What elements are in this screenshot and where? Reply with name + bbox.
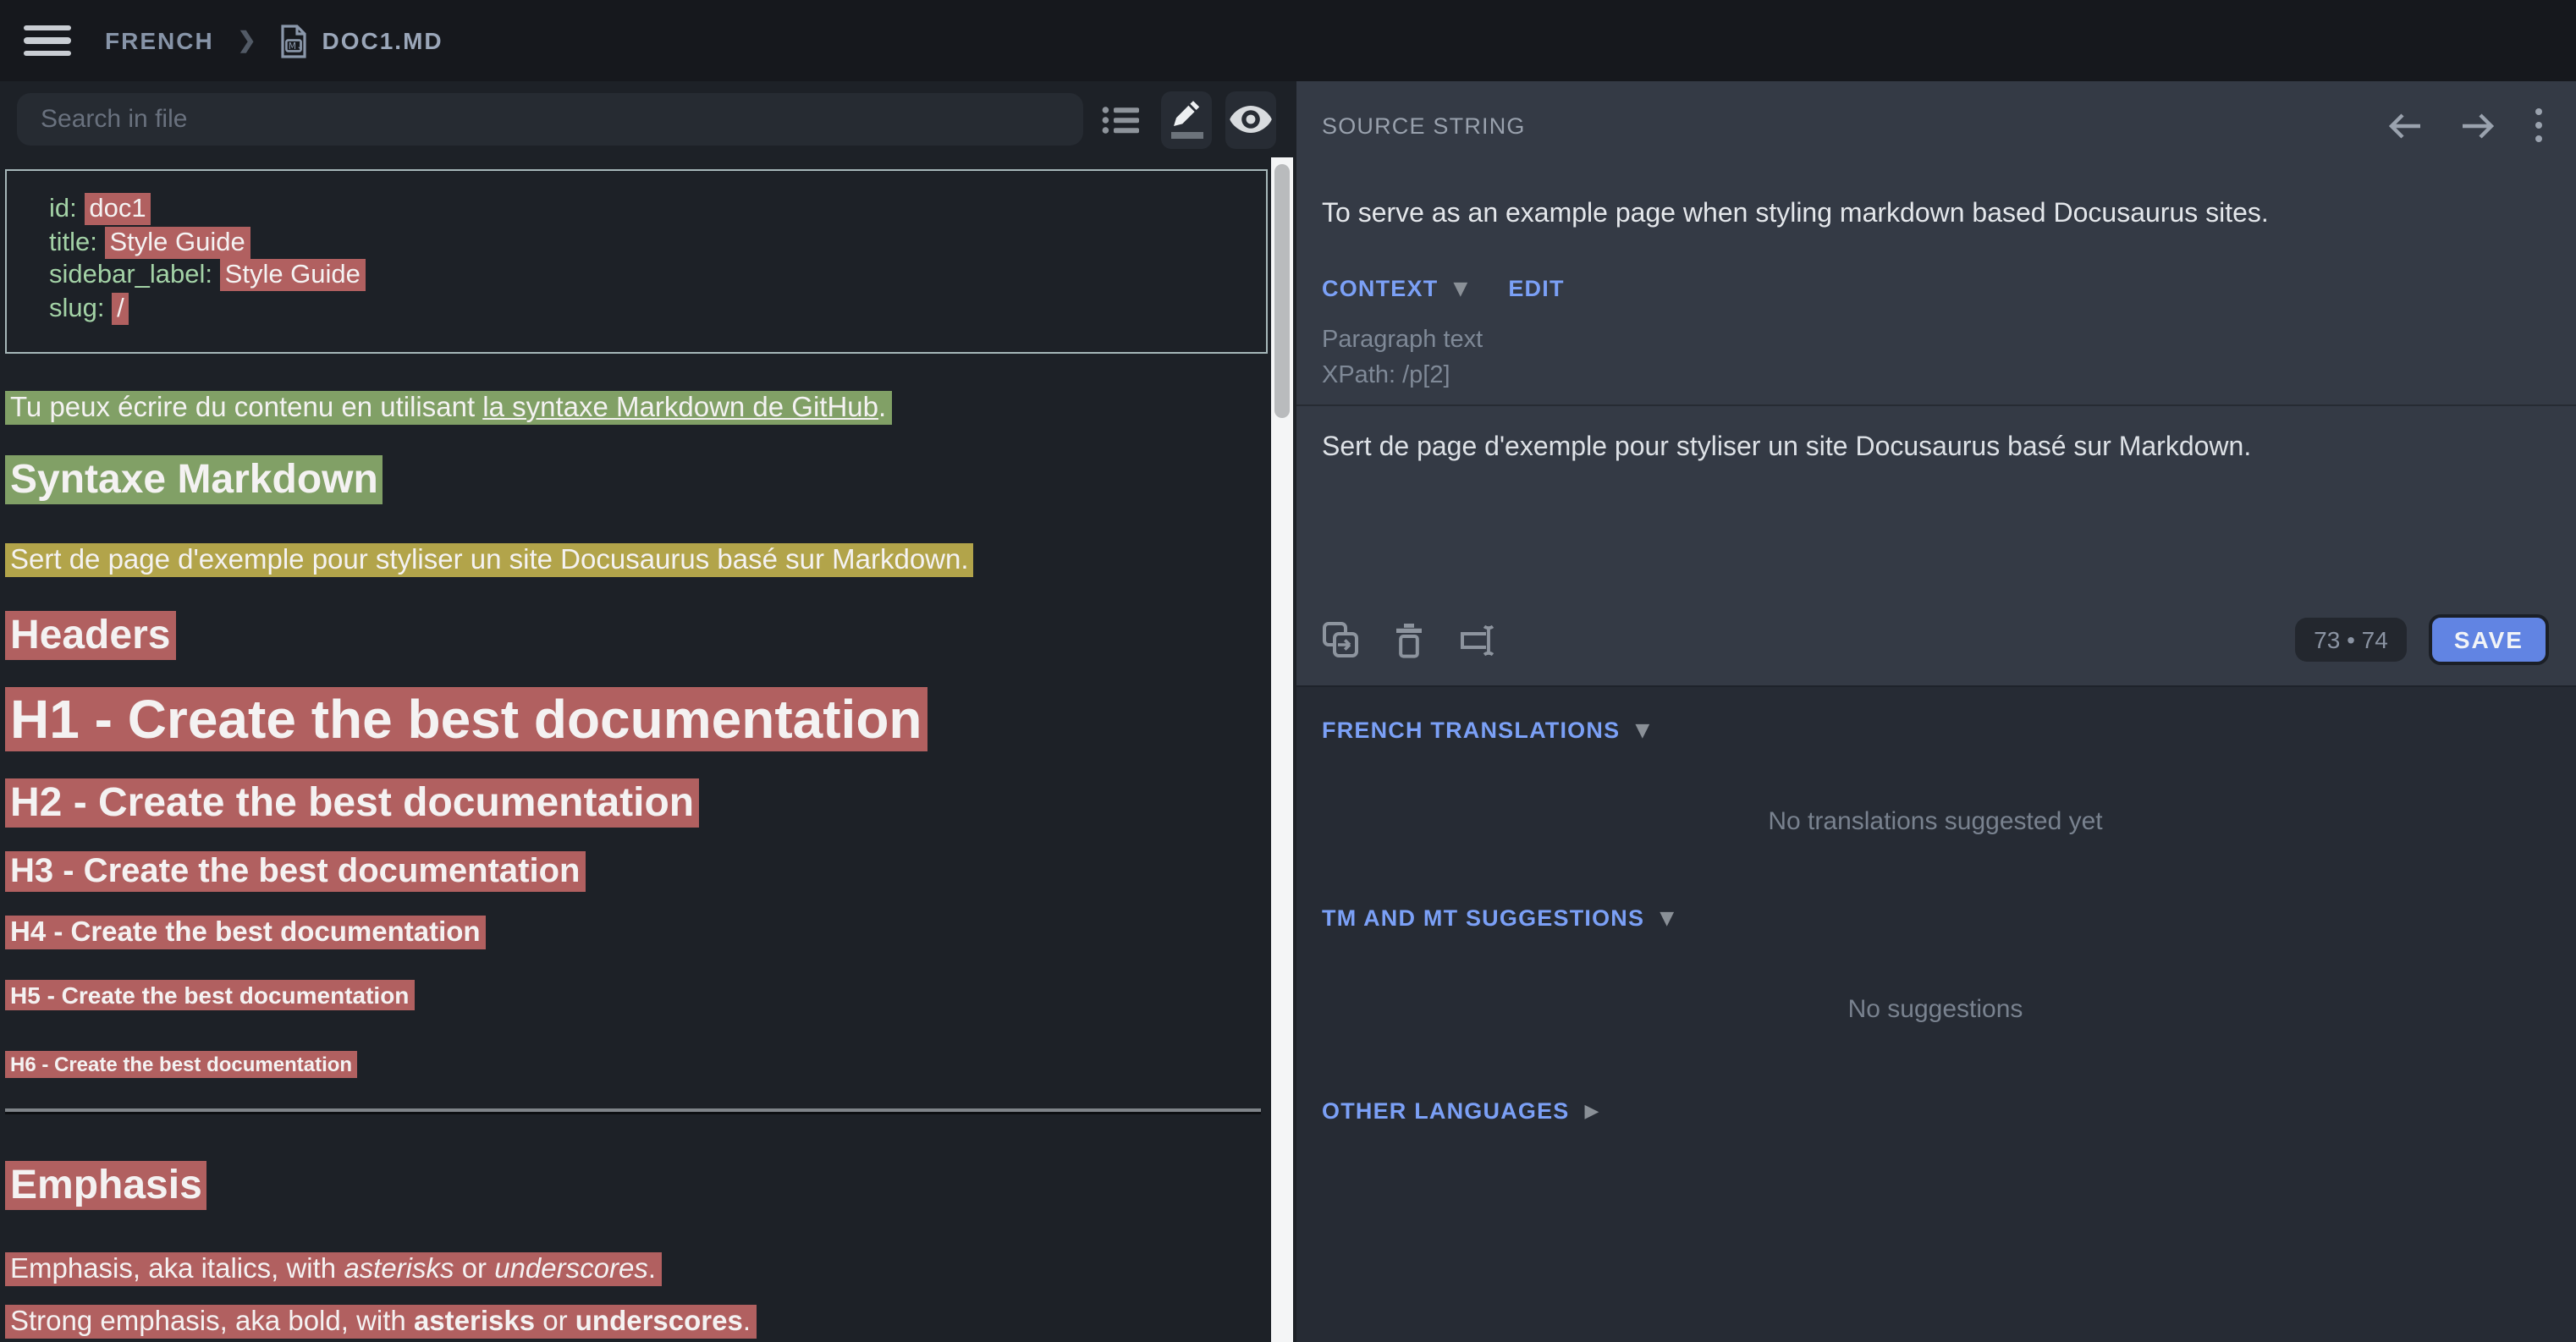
translation-input[interactable]: Sert de page d'exemple pour styliser un … <box>1322 432 2549 465</box>
arrow-left-icon <box>2386 111 2424 140</box>
tm-empty-message: No suggestions <box>1322 995 2549 1024</box>
edit-mode-button[interactable] <box>1161 91 1212 148</box>
character-counter: 73 • 74 <box>2295 618 2407 662</box>
untranslated-heading-h6[interactable]: H6 - Create the best documentation <box>5 1053 1271 1078</box>
strong-text: Strong emphasis, aka bold, with <box>10 1306 414 1337</box>
context-type: Paragraph text <box>1322 323 2549 359</box>
breadcrumb-project[interactable]: FRENCH <box>105 27 214 54</box>
frontmatter-line: title: Style Guide <box>49 226 1266 259</box>
document-panel: id: doc1 title: Style Guide sidebar_labe… <box>0 81 1296 1342</box>
save-button[interactable]: SAVE <box>2429 614 2549 665</box>
chevron-down-icon: ▼ <box>1660 907 1674 929</box>
italic-word: asterisks <box>344 1254 454 1284</box>
breadcrumb-file[interactable]: DOC1.MD <box>322 27 443 54</box>
svg-text:M↓: M↓ <box>289 40 304 51</box>
file-toolbar <box>0 81 1296 157</box>
menu-icon[interactable] <box>24 25 71 57</box>
french-translations-toggle[interactable]: FRENCH TRANSLATIONS <box>1322 718 1620 743</box>
context-toggle[interactable]: CONTEXT <box>1322 276 1438 301</box>
other-languages-toggle[interactable]: OTHER LANGUAGES <box>1322 1098 1570 1124</box>
untranslated-heading-h1[interactable]: H1 - Create the best documentation <box>5 689 1271 751</box>
suggestions-section: FRENCH TRANSLATIONS ▼ No translations su… <box>1296 685 2576 1342</box>
frontmatter-key: slug: <box>49 294 105 322</box>
horizontal-rule <box>5 1108 1261 1112</box>
more-options-button[interactable] <box>2532 105 2546 146</box>
translations-empty-message: No translations suggested yet <box>1322 807 2549 836</box>
frontmatter-value-string[interactable]: / <box>112 292 129 324</box>
emphasis-text: . <box>648 1254 656 1284</box>
frontmatter-key: title: <box>49 228 97 256</box>
chevron-down-icon: ▼ <box>1635 719 1649 741</box>
source-string-text: To serve as an example page when styling… <box>1322 198 2549 232</box>
document-scrollbar[interactable] <box>1271 157 1293 1342</box>
copy-source-icon <box>1322 621 1359 658</box>
text-field-cursor-icon <box>1459 624 1500 656</box>
previous-string-button[interactable] <box>2386 111 2424 140</box>
frontmatter-value-string[interactable]: doc1 <box>84 193 151 225</box>
bold-word: asterisks <box>414 1306 535 1337</box>
translation-panel: SOURCE STRING <box>1296 81 2576 1342</box>
frontmatter-line: sidebar_label: Style Guide <box>49 259 1266 292</box>
selected-string[interactable]: Sert de page d'exemple pour styliser un … <box>5 543 1271 577</box>
frontmatter-key: sidebar_label: <box>49 261 212 289</box>
translated-string-intro[interactable]: Tu peux écrire du contenu en utilisant l… <box>5 391 1271 425</box>
strong-text: or <box>535 1306 575 1337</box>
source-string-section: SOURCE STRING <box>1296 81 2576 404</box>
untranslated-heading-h3[interactable]: H3 - Create the best documentation <box>5 851 1271 892</box>
emphasis-text: or <box>454 1254 495 1284</box>
arrow-right-icon <box>2459 111 2496 140</box>
frontmatter-value-string[interactable]: Style Guide <box>220 259 366 291</box>
chevron-down-icon: ▼ <box>1453 278 1467 300</box>
delete-translation-button[interactable] <box>1395 622 1423 657</box>
search-input[interactable] <box>17 93 1083 146</box>
edit-context-button[interactable]: EDIT <box>1508 276 1564 301</box>
frontmatter-block: id: doc1 title: Style Guide sidebar_labe… <box>5 169 1268 354</box>
tm-suggestions-toggle[interactable]: TM AND MT SUGGESTIONS <box>1322 905 1644 931</box>
list-icon <box>1102 104 1142 135</box>
chevron-right-collapsed-icon: ▶ <box>1585 1100 1599 1122</box>
copy-source-button[interactable] <box>1322 621 1359 658</box>
frontmatter-value-string[interactable]: Style Guide <box>105 226 250 258</box>
context-xpath: XPath: /p[2] <box>1322 359 2549 394</box>
bold-word: underscores <box>575 1306 743 1337</box>
untranslated-heading-headers[interactable]: Headers <box>5 613 1271 660</box>
source-string-label: SOURCE STRING <box>1322 113 1526 138</box>
translation-editor-section: Sert de page d'exemple pour styliser un … <box>1296 404 2576 685</box>
italic-word: underscores <box>494 1254 648 1284</box>
eye-icon <box>1229 105 1273 134</box>
scrollbar-thumb[interactable] <box>1274 164 1290 418</box>
document-content: id: doc1 title: Style Guide sidebar_labe… <box>0 157 1271 1342</box>
strings-list-button[interactable] <box>1097 91 1148 148</box>
intro-text: Tu peux écrire du contenu en utilisant <box>10 393 482 423</box>
clear-field-button[interactable] <box>1459 624 1500 656</box>
pencil-icon <box>1171 100 1202 129</box>
frontmatter-line: slug: / <box>49 292 1266 325</box>
untranslated-heading-h2[interactable]: H2 - Create the best documentation <box>5 780 1271 828</box>
github-markdown-link[interactable]: la syntaxe Markdown de GitHub <box>482 393 878 423</box>
trash-icon <box>1395 622 1423 657</box>
translated-heading-syntaxe[interactable]: Syntaxe Markdown <box>5 457 1271 504</box>
chevron-right-icon: ❯ <box>238 27 256 54</box>
intro-period: . <box>878 393 886 423</box>
untranslated-heading-h5[interactable]: H5 - Create the best documentation <box>5 982 1271 1010</box>
strong-text: . <box>743 1306 751 1337</box>
untranslated-string-strong[interactable]: Strong emphasis, aka bold, with asterisk… <box>5 1305 1271 1339</box>
untranslated-heading-emphasis[interactable]: Emphasis <box>5 1163 1271 1210</box>
next-string-button[interactable] <box>2459 111 2496 140</box>
frontmatter-key: id: <box>49 195 77 223</box>
untranslated-string-emphasis[interactable]: Emphasis, aka italics, with asterisks or… <box>5 1252 1271 1286</box>
top-bar: FRENCH ❯ M↓ DOC1.MD <box>0 0 2576 81</box>
untranslated-heading-h4[interactable]: H4 - Create the best documentation <box>5 916 1271 949</box>
frontmatter-line: id: doc1 <box>49 193 1266 226</box>
emphasis-text: Emphasis, aka italics, with <box>10 1254 344 1284</box>
markdown-file-icon: M↓ <box>280 23 309 58</box>
preview-mode-button[interactable] <box>1225 91 1276 148</box>
